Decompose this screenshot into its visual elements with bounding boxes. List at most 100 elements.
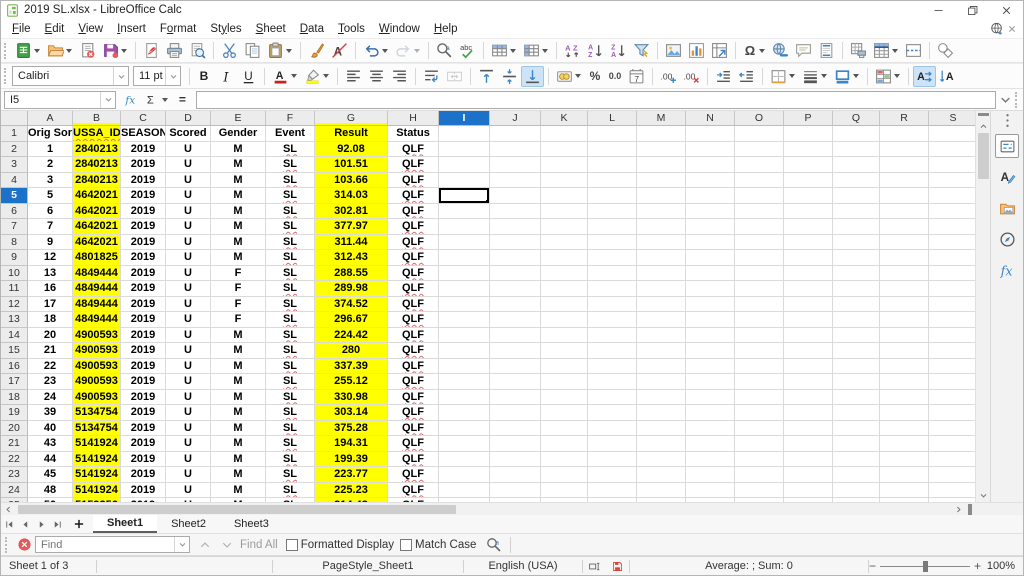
cell-O16[interactable] (735, 359, 784, 375)
cell-Q8[interactable] (833, 235, 880, 251)
cell-J15[interactable] (490, 343, 541, 359)
cell-Q15[interactable] (833, 343, 880, 359)
cell-B14[interactable]: 4900593 (73, 328, 121, 344)
sheet-tab-sheet3[interactable]: Sheet3 (220, 515, 283, 533)
cell-K14[interactable] (541, 328, 588, 344)
cell-G23[interactable]: 223.77 (315, 467, 388, 483)
cell-B15[interactable]: 4900593 (73, 343, 121, 359)
cell-E12[interactable]: F (211, 297, 266, 313)
cell-E1[interactable]: Gender (211, 126, 266, 142)
column-header-K[interactable]: K (541, 111, 588, 126)
cell-I20[interactable] (439, 421, 490, 437)
font-size-combobox[interactable]: 11 pt (133, 66, 181, 86)
cell-D17[interactable]: U (166, 374, 211, 390)
cell-R17[interactable] (880, 374, 929, 390)
cell-G5[interactable]: 314.03 (315, 188, 388, 204)
cell-F4[interactable]: SL (266, 173, 315, 189)
cell-A17[interactable]: 23 (28, 374, 73, 390)
decrease-indent-button[interactable] (735, 66, 758, 87)
cell-R20[interactable] (880, 421, 929, 437)
cell-A11[interactable]: 16 (28, 281, 73, 297)
cell-D23[interactable]: U (166, 467, 211, 483)
cell-O21[interactable] (735, 436, 784, 452)
cell-I15[interactable] (439, 343, 490, 359)
cell-N21[interactable] (686, 436, 735, 452)
zoom-out-button[interactable]: − (869, 561, 876, 572)
cell-N14[interactable] (686, 328, 735, 344)
menu-data[interactable]: Data (293, 22, 331, 36)
cell-J9[interactable] (490, 250, 541, 266)
cell-R15[interactable] (880, 343, 929, 359)
row-header-6[interactable]: 6 (1, 204, 28, 220)
cell-N1[interactable] (686, 126, 735, 142)
column-header-P[interactable]: P (784, 111, 833, 126)
toolbar-grip[interactable] (4, 68, 9, 84)
cell-P16[interactable] (784, 359, 833, 375)
cell-C22[interactable]: 2019 (121, 452, 166, 468)
cell-N22[interactable] (686, 452, 735, 468)
cell-O20[interactable] (735, 421, 784, 437)
zoom-level[interactable]: 100% (981, 557, 1023, 575)
cell-L4[interactable] (588, 173, 637, 189)
cell-R25[interactable] (880, 498, 929, 502)
find-all-label[interactable]: Find All (240, 539, 278, 551)
cell-J20[interactable] (490, 421, 541, 437)
row-header-18[interactable]: 18 (1, 390, 28, 406)
cell-R21[interactable] (880, 436, 929, 452)
cell-A12[interactable]: 17 (28, 297, 73, 313)
cell-M5[interactable] (637, 188, 686, 204)
cell-O4[interactable] (735, 173, 784, 189)
row-header-12[interactable]: 12 (1, 297, 28, 313)
cell-M17[interactable] (637, 374, 686, 390)
cell-C13[interactable]: 2019 (121, 312, 166, 328)
cell-Q3[interactable] (833, 157, 880, 173)
row-header-9[interactable]: 9 (1, 250, 28, 266)
row-header-11[interactable]: 11 (1, 281, 28, 297)
cell-D6[interactable]: U (166, 204, 211, 220)
cell-H14[interactable]: QLF (388, 328, 439, 344)
cell-C25[interactable]: 2019 (121, 498, 166, 502)
cell-G24[interactable]: 225.23 (315, 483, 388, 499)
row-header-13[interactable]: 13 (1, 312, 28, 328)
row-button[interactable] (488, 40, 520, 61)
cell-C16[interactable]: 2019 (121, 359, 166, 375)
sort-descending-button[interactable]: ZA (607, 40, 630, 61)
date-format-button[interactable]: 7 (625, 66, 648, 87)
menu-sheet[interactable]: Sheet (249, 22, 293, 36)
cell-M18[interactable] (637, 390, 686, 406)
cell-S9[interactable] (929, 250, 975, 266)
cell-I10[interactable] (439, 266, 490, 282)
cell-L13[interactable] (588, 312, 637, 328)
cell-A10[interactable]: 13 (28, 266, 73, 282)
cell-I5[interactable] (439, 188, 490, 204)
cell-C7[interactable]: 2019 (121, 219, 166, 235)
cell-C23[interactable]: 2019 (121, 467, 166, 483)
cell-N10[interactable] (686, 266, 735, 282)
cell-H2[interactable]: QLF (388, 142, 439, 158)
cell-S20[interactable] (929, 421, 975, 437)
cell-S21[interactable] (929, 436, 975, 452)
cell-D14[interactable]: U (166, 328, 211, 344)
close-find-bar-button[interactable] (13, 537, 35, 552)
cell-S19[interactable] (929, 405, 975, 421)
cell-S25[interactable] (929, 498, 975, 502)
cell-F24[interactable]: SL (266, 483, 315, 499)
cell-A15[interactable]: 21 (28, 343, 73, 359)
cell-P5[interactable] (784, 188, 833, 204)
row-header-20[interactable]: 20 (1, 421, 28, 437)
print-button[interactable] (163, 40, 186, 61)
cell-J11[interactable] (490, 281, 541, 297)
cell-D24[interactable]: U (166, 483, 211, 499)
cell-C1[interactable]: SEASON (121, 126, 166, 142)
cell-F7[interactable]: SL (266, 219, 315, 235)
cell-F17[interactable]: SL (266, 374, 315, 390)
freeze-rows-and-columns-button[interactable] (870, 40, 902, 61)
cell-B5[interactable]: 4642021 (73, 188, 121, 204)
cell-L25[interactable] (588, 498, 637, 502)
cell-P15[interactable] (784, 343, 833, 359)
cell-N16[interactable] (686, 359, 735, 375)
formula-input[interactable] (196, 91, 996, 109)
cell-I17[interactable] (439, 374, 490, 390)
cell-K21[interactable] (541, 436, 588, 452)
toolbar-grip[interactable] (4, 43, 9, 59)
